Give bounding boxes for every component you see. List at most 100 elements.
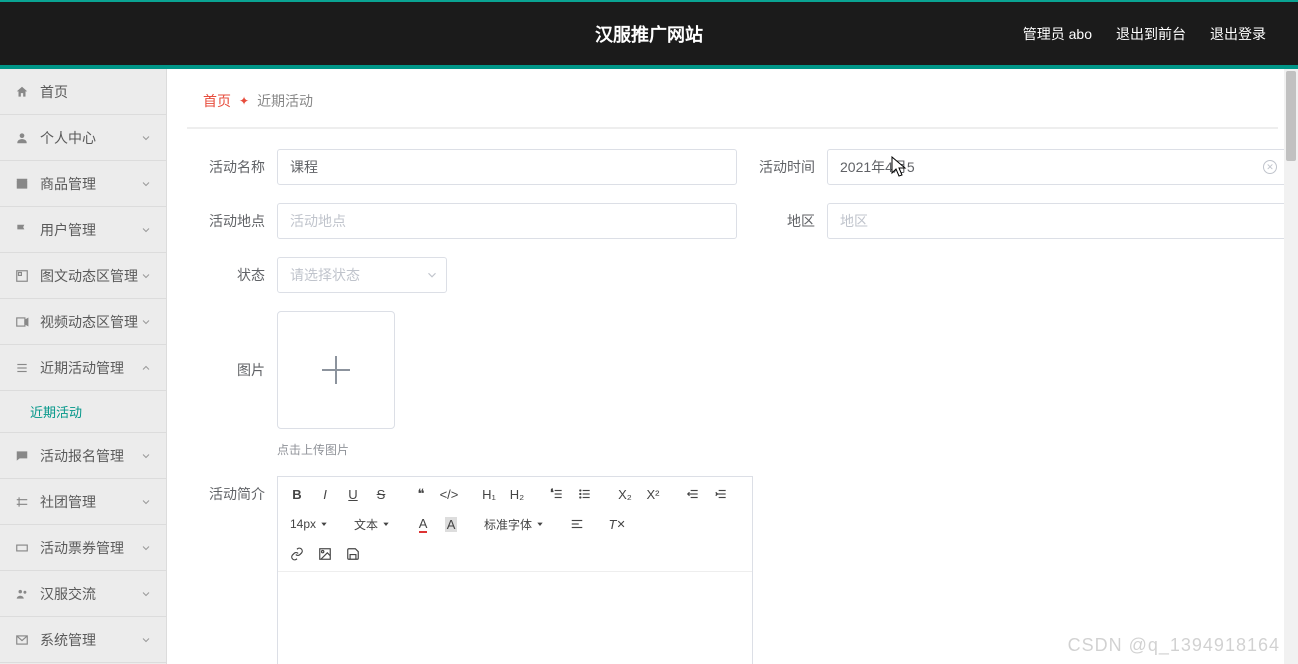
region-input[interactable] — [827, 203, 1287, 239]
app-title: 汉服推广网站 — [595, 21, 703, 47]
status-select-input[interactable] — [277, 257, 447, 293]
rich-text-editor: B I U S ❝ </> H₁ H₂ 1 — [277, 476, 753, 664]
clear-format-icon[interactable]: T✕ — [604, 511, 630, 537]
video-zone-icon — [14, 314, 30, 330]
label-status: 状态 — [187, 257, 277, 293]
list-icon — [14, 360, 30, 376]
sidebar-item-system[interactable]: 系统管理 — [0, 617, 166, 663]
svg-text:1: 1 — [551, 489, 553, 493]
image-upload-box[interactable] — [277, 311, 395, 429]
sidebar-item-users[interactable]: 用户管理 — [0, 207, 166, 253]
h1-icon[interactable]: H₁ — [476, 481, 502, 507]
sidebar-item-label: 用户管理 — [40, 220, 96, 240]
code-icon[interactable]: </> — [436, 481, 462, 507]
text-type-select[interactable]: 文本 — [348, 511, 396, 537]
upload-hint: 点击上传图片 — [277, 441, 395, 458]
flag-icon — [14, 222, 30, 238]
sidebar-item-recent-event[interactable]: 近期活动管理 — [0, 345, 166, 391]
sidebar-item-video-zone[interactable]: 视频动态区管理 — [0, 299, 166, 345]
home-icon — [14, 84, 30, 100]
font-family-select[interactable]: 标准字体 — [478, 511, 550, 537]
logout-link[interactable]: 退出登录 — [1210, 24, 1266, 44]
sidebar-item-label: 商品管理 — [40, 174, 96, 194]
goto-front-link[interactable]: 退出到前台 — [1116, 24, 1186, 44]
activity-place-input[interactable] — [277, 203, 737, 239]
label-region: 地区 — [737, 203, 827, 239]
sidebar-item-label: 首页 — [40, 82, 68, 102]
italic-icon[interactable]: I — [312, 481, 338, 507]
breadcrumb-sep-icon: ✦ — [239, 94, 249, 108]
status-select[interactable] — [277, 257, 447, 293]
activity-time-input[interactable] — [827, 149, 1287, 185]
indent-icon[interactable] — [708, 481, 734, 507]
text-color-icon[interactable]: A — [410, 511, 436, 537]
mail-icon — [14, 632, 30, 648]
sidebar-subitem-label: 近期活动 — [30, 402, 82, 421]
admin-label[interactable]: 管理员 abo — [1023, 24, 1092, 44]
breadcrumb: 首页 ✦ 近期活动 — [187, 85, 1278, 129]
chevron-down-icon — [140, 588, 152, 600]
goods-icon — [14, 176, 30, 192]
plus-icon — [322, 356, 350, 384]
app-header: 汉服推广网站 管理员 abo 退出到前台 退出登录 — [0, 0, 1298, 65]
underline-icon[interactable]: U — [340, 481, 366, 507]
font-size-select[interactable]: 14px — [284, 511, 334, 537]
chevron-down-icon — [140, 316, 152, 328]
people-icon — [14, 586, 30, 602]
clear-date-icon[interactable]: ✕ — [1263, 160, 1277, 174]
sidebar-item-label: 个人中心 — [40, 128, 96, 148]
sidebar-item-label: 近期活动管理 — [40, 358, 124, 378]
sidebar-item-label: 系统管理 — [40, 630, 96, 650]
bg-color-icon[interactable]: A — [438, 511, 464, 537]
align-icon[interactable] — [564, 511, 590, 537]
ordered-list-icon[interactable]: 1 — [544, 481, 570, 507]
image-zone-icon — [14, 268, 30, 284]
chevron-down-icon — [140, 496, 152, 508]
sidebar-item-signup[interactable]: 活动报名管理 — [0, 433, 166, 479]
main-content: 首页 ✦ 近期活动 活动名称 活动时间 ✕ — [167, 69, 1298, 664]
chevron-down-icon — [140, 178, 152, 190]
save-icon[interactable] — [340, 541, 366, 567]
sidebar-item-club[interactable]: 社团管理 — [0, 479, 166, 525]
sidebar-item-label: 图文动态区管理 — [40, 266, 138, 286]
link-icon[interactable] — [284, 541, 310, 567]
sidebar-item-hanfu-talk[interactable]: 汉服交流 — [0, 571, 166, 617]
chevron-down-icon — [140, 224, 152, 236]
scrollbar-thumb[interactable] — [1286, 71, 1296, 161]
chevron-down-icon — [140, 450, 152, 462]
chevron-up-icon — [140, 362, 152, 374]
sidebar-item-home[interactable]: 首页 — [0, 69, 166, 115]
label-activity-name: 活动名称 — [187, 149, 277, 185]
chat-icon — [14, 448, 30, 464]
outdent-icon[interactable] — [680, 481, 706, 507]
h2-icon[interactable]: H₂ — [504, 481, 530, 507]
sidebar-item-goods[interactable]: 商品管理 — [0, 161, 166, 207]
scrollbar[interactable] — [1284, 69, 1298, 664]
sidebar: 首页 个人中心 商品管理 用户管理 图文动态区管理 — [0, 69, 167, 664]
user-icon — [14, 130, 30, 146]
superscript-icon[interactable]: X² — [640, 481, 666, 507]
chevron-down-icon — [140, 634, 152, 646]
sidebar-item-image-zone[interactable]: 图文动态区管理 — [0, 253, 166, 299]
ticket-icon — [14, 540, 30, 556]
strike-icon[interactable]: S — [368, 481, 394, 507]
label-image: 图片 — [187, 311, 277, 429]
subscript-icon[interactable]: X₂ — [612, 481, 638, 507]
breadcrumb-home[interactable]: 首页 — [203, 91, 231, 111]
chevron-down-icon — [140, 542, 152, 554]
editor-content[interactable] — [278, 572, 752, 664]
unordered-list-icon[interactable] — [572, 481, 598, 507]
editor-toolbar: B I U S ❝ </> H₁ H₂ 1 — [278, 477, 752, 572]
sidebar-item-label: 活动票券管理 — [40, 538, 124, 558]
club-icon — [14, 494, 30, 510]
image-icon[interactable] — [312, 541, 338, 567]
sidebar-subitem-recent-event[interactable]: 近期活动 — [0, 391, 166, 433]
activity-name-input[interactable] — [277, 149, 737, 185]
sidebar-item-ticket[interactable]: 活动票券管理 — [0, 525, 166, 571]
sidebar-item-label: 社团管理 — [40, 492, 96, 512]
quote-icon[interactable]: ❝ — [408, 481, 434, 507]
breadcrumb-current: 近期活动 — [257, 91, 313, 111]
chevron-down-icon — [140, 270, 152, 282]
sidebar-item-personal[interactable]: 个人中心 — [0, 115, 166, 161]
bold-icon[interactable]: B — [284, 481, 310, 507]
